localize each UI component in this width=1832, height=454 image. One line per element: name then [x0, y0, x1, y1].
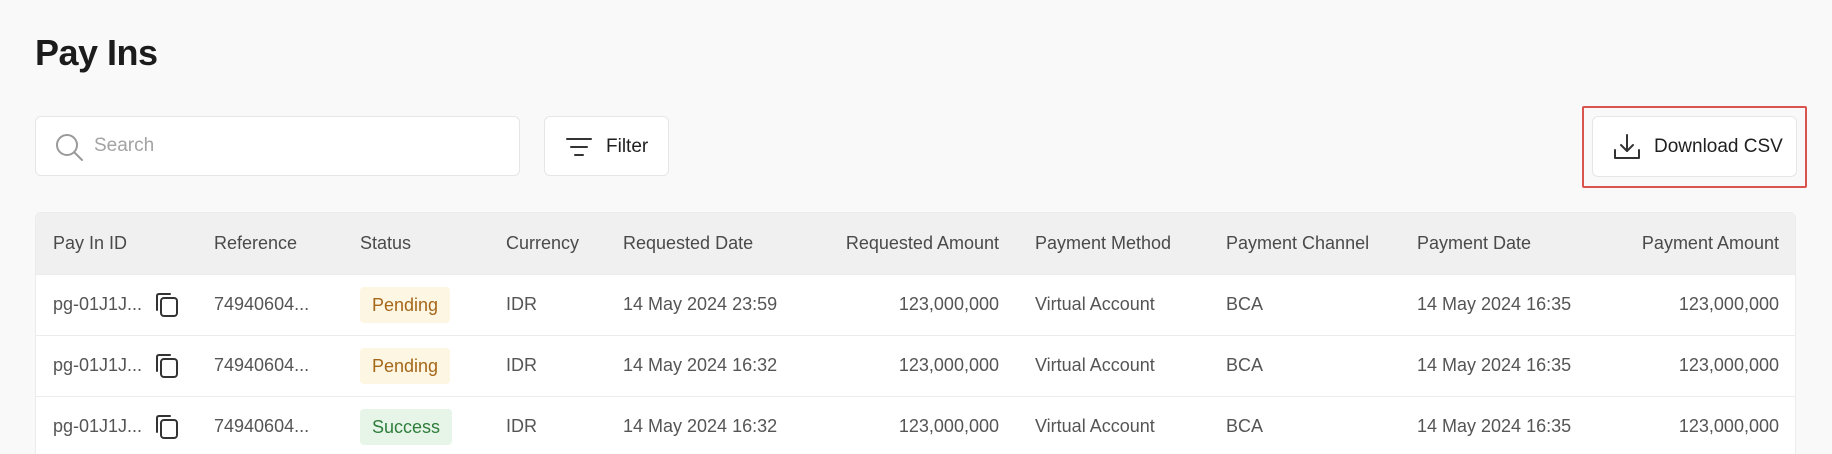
column-header-pay-in-id[interactable]: Pay In ID [53, 233, 127, 254]
column-header-requested-date[interactable]: Requested Date [623, 233, 753, 254]
page-title: Pay Ins [35, 32, 158, 73]
reference: 74940604... [214, 416, 310, 436]
status-badge: Pending [360, 287, 451, 323]
column-header-status[interactable]: Status [360, 233, 411, 254]
requested-amount: 123,000,000 [898, 416, 999, 436]
payment-date: 14 May 2024 16:35 [1417, 294, 1572, 314]
column-header-payment-date[interactable]: Payment Date [1417, 233, 1531, 254]
status-badge: Pending [360, 348, 451, 384]
table-header: Pay In ID Reference Status Currency Requ… [36, 213, 1795, 274]
pay-in-id: pg-01J1J... [53, 355, 143, 375]
copy-icon[interactable] [154, 413, 180, 441]
column-header-payment-channel[interactable]: Payment Channel [1226, 233, 1369, 254]
reference: 74940604... [214, 355, 310, 375]
column-header-reference[interactable]: Reference [214, 233, 297, 254]
download-csv-label: Download CSV [1654, 136, 1783, 157]
payment-amount: 123,000,000 [1678, 416, 1779, 436]
pay-ins-table: Pay In ID Reference Status Currency Requ… [35, 212, 1796, 454]
status-badge: Success [360, 409, 453, 445]
search-icon [56, 134, 83, 161]
requested-date: 14 May 2024 23:59 [623, 294, 778, 314]
copy-icon[interactable] [154, 291, 180, 319]
payment-method: Virtual Account [1035, 355, 1155, 375]
download-csv-button[interactable]: Download CSV [1592, 116, 1797, 177]
table-row[interactable]: pg-01J1J... 74940604... Pending IDR 14 M… [36, 274, 1795, 335]
requested-date: 14 May 2024 16:32 [623, 416, 778, 436]
currency: IDR [506, 294, 537, 314]
filter-button[interactable]: Filter [544, 116, 669, 176]
pay-in-id: pg-01J1J... [53, 294, 143, 314]
column-header-requested-amount[interactable]: Requested Amount [816, 233, 999, 254]
table-row[interactable]: pg-01J1J... 74940604... Success IDR 14 M… [36, 396, 1795, 454]
payment-channel: BCA [1226, 416, 1264, 436]
column-header-payment-amount[interactable]: Payment Amount [1596, 233, 1779, 254]
payment-amount: 123,000,000 [1678, 355, 1779, 375]
filter-button-label: Filter [606, 136, 649, 157]
payment-channel: BCA [1226, 355, 1264, 375]
currency: IDR [506, 416, 537, 436]
search-box[interactable] [35, 116, 520, 176]
table-row[interactable]: pg-01J1J... 74940604... Pending IDR 14 M… [36, 335, 1795, 396]
requested-amount: 123,000,000 [898, 294, 999, 314]
pay-in-id: pg-01J1J... [53, 416, 143, 436]
requested-amount: 123,000,000 [898, 355, 999, 375]
currency: IDR [506, 355, 537, 375]
column-header-currency[interactable]: Currency [506, 233, 579, 254]
payment-method: Virtual Account [1035, 294, 1155, 314]
payment-date: 14 May 2024 16:35 [1417, 355, 1572, 375]
reference: 74940604... [214, 294, 310, 314]
payment-channel: BCA [1226, 294, 1264, 314]
search-input[interactable] [94, 117, 504, 175]
copy-icon[interactable] [154, 352, 180, 380]
filter-icon [566, 138, 592, 156]
payment-method: Virtual Account [1035, 416, 1155, 436]
pay-ins-page: Pay Ins Filter Download CSV Pay In ID Re… [0, 0, 1832, 454]
download-icon [1614, 134, 1640, 159]
column-header-payment-method[interactable]: Payment Method [1035, 233, 1171, 254]
payment-amount: 123,000,000 [1678, 294, 1779, 314]
requested-date: 14 May 2024 16:32 [623, 355, 778, 375]
payment-date: 14 May 2024 16:35 [1417, 416, 1572, 436]
